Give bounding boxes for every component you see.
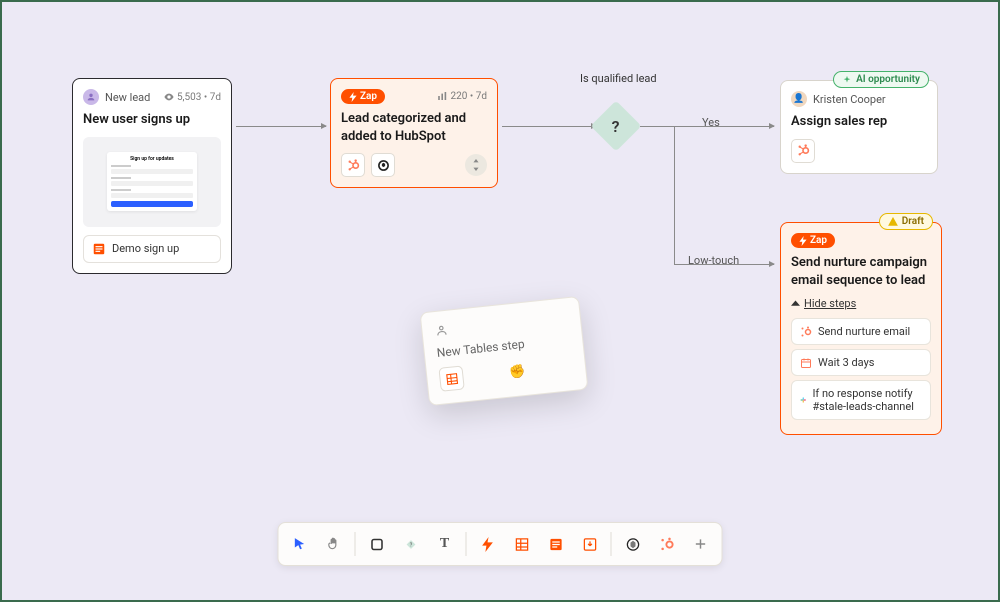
hubspot-icon xyxy=(800,326,812,338)
tool-hubspot[interactable] xyxy=(652,529,682,559)
connector xyxy=(236,126,326,127)
step-label: Send nurture email xyxy=(818,325,910,338)
draft-badge: Draft xyxy=(879,213,933,230)
card-title: New user signs up xyxy=(83,111,221,129)
step-row[interactable]: If no response notify #stale-leads-chann… xyxy=(791,380,931,420)
step-row[interactable]: Send nurture email xyxy=(791,318,931,345)
tool-add[interactable] xyxy=(686,529,716,559)
card-nurture[interactable]: Draft Zap Send nurture campaign email se… xyxy=(780,222,942,435)
user-icon xyxy=(83,89,99,105)
floating-card-tables[interactable]: New Tables step ✊ xyxy=(420,296,589,406)
form-icon xyxy=(92,242,106,256)
edge-yes: Yes xyxy=(702,116,720,129)
separator xyxy=(355,532,356,556)
connector xyxy=(674,126,774,127)
zap-badge: Zap xyxy=(341,89,385,104)
svg-text:?: ? xyxy=(409,542,412,548)
decision-symbol: ? xyxy=(612,117,620,136)
hubspot-icon xyxy=(341,153,365,177)
card-title: Lead categorized and added to HubSpot xyxy=(341,110,487,145)
connector xyxy=(674,126,675,264)
tool-zap[interactable] xyxy=(473,529,503,559)
slack-icon xyxy=(800,394,806,406)
tool-hand[interactable] xyxy=(319,529,349,559)
card-meta: 5,503 • 7d xyxy=(164,92,221,103)
hide-steps-toggle[interactable]: Hide steps xyxy=(791,297,931,310)
form-preview: Sign up for updates xyxy=(83,137,221,227)
expand-button[interactable] xyxy=(465,154,487,176)
step-label: If no response notify #stale-leads-chann… xyxy=(812,387,922,413)
cursor-grab-icon: ✊ xyxy=(508,363,526,380)
chip-demo-signup[interactable]: Demo sign up xyxy=(83,235,221,263)
card-tag: New lead xyxy=(105,91,150,104)
card-new-lead[interactable]: New lead 5,503 • 7d New user signs up Si… xyxy=(72,78,232,274)
step-row[interactable]: Wait 3 days xyxy=(791,349,931,376)
connector xyxy=(640,126,674,127)
hubspot-icon xyxy=(791,139,815,163)
tool-cursor[interactable] xyxy=(285,529,315,559)
separator xyxy=(466,532,467,556)
owner-name: Kristen Cooper xyxy=(813,93,886,106)
decision-label: Is qualified lead xyxy=(580,72,657,85)
tool-import[interactable] xyxy=(575,529,605,559)
card-title: Send nurture campaign email sequence to … xyxy=(791,254,931,289)
decision-node[interactable]: ? xyxy=(591,101,642,152)
card-meta: 220 • 7d xyxy=(438,91,487,102)
toolbar: ? T xyxy=(278,522,723,566)
tool-text[interactable]: T xyxy=(430,529,460,559)
tool-table[interactable] xyxy=(507,529,537,559)
avatar: 👤 xyxy=(791,91,807,107)
tool-rectangle[interactable] xyxy=(362,529,392,559)
card-assign[interactable]: AI opportunity 👤 Kristen Cooper Assign s… xyxy=(780,80,938,174)
separator xyxy=(611,532,612,556)
tool-form[interactable] xyxy=(541,529,571,559)
zap-badge: Zap xyxy=(791,233,835,248)
tool-openai[interactable] xyxy=(618,529,648,559)
chip-label: Demo sign up xyxy=(112,242,179,255)
calendar-icon xyxy=(800,357,812,369)
table-icon xyxy=(438,365,464,391)
ai-opportunity-badge: AI opportunity xyxy=(833,71,929,88)
user-icon xyxy=(434,323,449,338)
card-categorize[interactable]: Zap 220 • 7d Lead categorized and added … xyxy=(330,78,498,188)
tool-decision[interactable]: ? xyxy=(396,529,426,559)
card-title: Assign sales rep xyxy=(791,113,927,131)
edge-low: Low-touch xyxy=(688,254,739,267)
connector xyxy=(502,126,596,127)
openai-icon xyxy=(371,153,395,177)
step-label: Wait 3 days xyxy=(818,356,874,369)
